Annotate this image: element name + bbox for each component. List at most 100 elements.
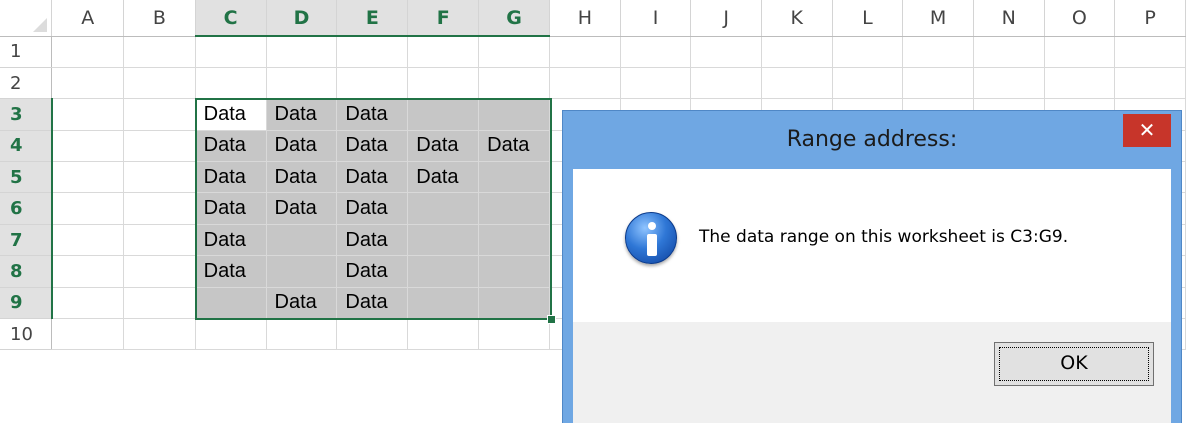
cell-c4[interactable]: Data [195, 130, 267, 163]
column-header-m[interactable]: M [902, 0, 974, 37]
cell-c3[interactable]: Data [195, 98, 267, 131]
cell-f6[interactable] [407, 192, 480, 225]
column-header-c[interactable]: C [195, 0, 267, 37]
cell-c9[interactable] [195, 287, 267, 320]
row-header-5[interactable]: 5 [0, 161, 53, 194]
cell-o2[interactable] [1044, 67, 1116, 100]
cell-e3[interactable]: Data [336, 98, 409, 131]
cell-g6[interactable] [478, 192, 551, 225]
column-header-i[interactable]: I [620, 0, 692, 37]
cell-f1[interactable] [407, 36, 480, 68]
cell-m2[interactable] [902, 67, 974, 100]
cell-n2[interactable] [973, 67, 1045, 100]
cell-a3[interactable] [51, 98, 125, 131]
cell-d5[interactable]: Data [266, 161, 338, 194]
cell-a6[interactable] [51, 192, 125, 225]
cell-c1[interactable] [195, 36, 267, 68]
cell-j2[interactable] [690, 67, 762, 100]
cell-g7[interactable] [478, 224, 551, 257]
cell-b7[interactable] [123, 224, 196, 257]
column-header-f[interactable]: F [407, 0, 480, 37]
column-header-a[interactable]: A [51, 0, 125, 37]
cell-a5[interactable] [51, 161, 125, 194]
cell-g3[interactable] [478, 98, 551, 131]
cell-b9[interactable] [123, 287, 196, 320]
column-header-e[interactable]: E [336, 0, 409, 37]
cell-a9[interactable] [51, 287, 125, 320]
cell-f10[interactable] [407, 318, 480, 351]
column-header-d[interactable]: D [266, 0, 338, 37]
column-header-h[interactable]: H [549, 0, 621, 37]
cell-n1[interactable] [973, 36, 1045, 68]
row-header-6[interactable]: 6 [0, 192, 53, 225]
cell-d7[interactable] [266, 224, 338, 257]
cell-g8[interactable] [478, 255, 551, 288]
cell-j1[interactable] [690, 36, 762, 68]
cell-a4[interactable] [51, 130, 125, 163]
cell-h2[interactable] [549, 67, 621, 100]
column-header-n[interactable]: N [973, 0, 1045, 37]
row-header-3[interactable]: 3 [0, 98, 53, 131]
cell-e2[interactable] [336, 67, 409, 100]
cell-f9[interactable] [407, 287, 480, 320]
cell-h1[interactable] [549, 36, 621, 68]
cell-c5[interactable]: Data [195, 161, 267, 194]
column-header-l[interactable]: L [832, 0, 904, 37]
cell-c6[interactable]: Data [195, 192, 267, 225]
column-header-j[interactable]: J [690, 0, 762, 37]
cell-c10[interactable] [195, 318, 267, 351]
cell-b1[interactable] [123, 36, 196, 68]
cell-k2[interactable] [761, 67, 833, 100]
cell-b8[interactable] [123, 255, 196, 288]
cell-b3[interactable] [123, 98, 196, 131]
cell-g10[interactable] [478, 318, 551, 351]
row-header-2[interactable]: 2 [0, 67, 53, 100]
cell-c2[interactable] [195, 67, 267, 100]
cell-d4[interactable]: Data [266, 130, 338, 163]
cell-g1[interactable] [478, 36, 551, 68]
cell-a10[interactable] [51, 318, 125, 351]
cell-f3[interactable] [407, 98, 480, 131]
row-header-1[interactable]: 1 [0, 36, 53, 68]
cell-d1[interactable] [266, 36, 338, 68]
cell-p1[interactable] [1114, 36, 1186, 68]
ok-button[interactable]: OK [994, 342, 1154, 386]
cell-e10[interactable] [336, 318, 409, 351]
cell-a8[interactable] [51, 255, 125, 288]
cell-d2[interactable] [266, 67, 338, 100]
cell-o1[interactable] [1044, 36, 1116, 68]
cell-f2[interactable] [407, 67, 480, 100]
cell-d3[interactable]: Data [266, 98, 338, 131]
column-header-p[interactable]: P [1114, 0, 1186, 37]
cell-b6[interactable] [123, 192, 196, 225]
cell-i1[interactable] [620, 36, 692, 68]
cell-g4[interactable]: Data [478, 130, 551, 163]
cell-i2[interactable] [620, 67, 692, 100]
cell-c7[interactable]: Data [195, 224, 267, 257]
cell-g2[interactable] [478, 67, 551, 100]
cell-e6[interactable]: Data [336, 192, 409, 225]
cell-d6[interactable]: Data [266, 192, 338, 225]
cell-g5[interactable] [478, 161, 551, 194]
cell-k1[interactable] [761, 36, 833, 68]
row-header-10[interactable]: 10 [0, 318, 53, 351]
row-header-9[interactable]: 9 [0, 287, 53, 320]
cell-g9[interactable] [478, 287, 551, 320]
cell-a1[interactable] [51, 36, 125, 68]
column-header-k[interactable]: K [761, 0, 833, 37]
fill-handle[interactable] [547, 314, 556, 324]
cell-a2[interactable] [51, 67, 125, 100]
close-button[interactable]: ✕ [1123, 114, 1171, 147]
cell-l1[interactable] [832, 36, 904, 68]
cell-d8[interactable] [266, 255, 338, 288]
column-header-g[interactable]: G [478, 0, 551, 37]
column-header-o[interactable]: O [1044, 0, 1116, 37]
cell-f4[interactable]: Data [407, 130, 480, 163]
cell-b5[interactable] [123, 161, 196, 194]
cell-p2[interactable] [1114, 67, 1186, 100]
cell-a7[interactable] [51, 224, 125, 257]
select-all-corner[interactable] [0, 0, 53, 37]
row-header-7[interactable]: 7 [0, 224, 53, 257]
cell-e7[interactable]: Data [336, 224, 409, 257]
cell-c8[interactable]: Data [195, 255, 267, 288]
